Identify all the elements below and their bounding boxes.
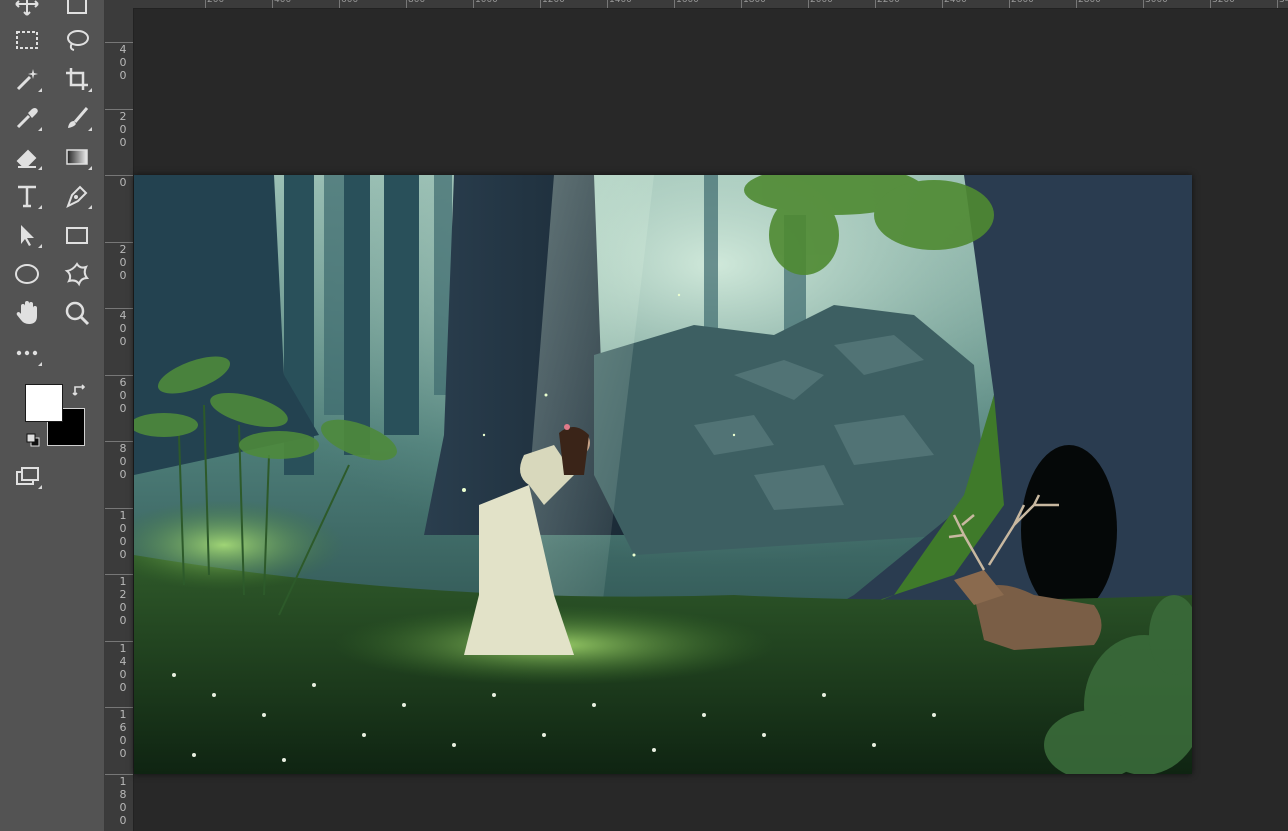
- zoom-icon: [65, 301, 90, 326]
- ruler-tick: [1009, 0, 1010, 8]
- ruler-label: 6 0 0: [119, 375, 127, 415]
- crop-tool[interactable]: [60, 63, 94, 95]
- pen-icon: [66, 185, 88, 209]
- ruler-tick: [540, 0, 541, 8]
- ruler-tick: [674, 0, 675, 8]
- foreground-color-swatch[interactable]: [25, 384, 63, 422]
- marquee-icon: [16, 31, 38, 49]
- brush-tool[interactable]: [60, 102, 94, 134]
- ruler-label: 1600: [676, 0, 699, 5]
- path-selection-tool[interactable]: [10, 219, 44, 251]
- magic-wand-icon: [16, 69, 38, 91]
- artboard-icon: [67, 0, 87, 14]
- ruler-label: 2600: [1011, 0, 1034, 5]
- hand-icon: [16, 301, 37, 324]
- type-icon: [18, 185, 36, 208]
- ruler-label: 2000: [810, 0, 833, 5]
- ruler-label: 200: [207, 0, 225, 5]
- ruler-label: 1000: [475, 0, 498, 5]
- ruler-label: 800: [408, 0, 426, 5]
- ruler-label: 3200: [1212, 0, 1235, 5]
- magic-wand-tool[interactable]: [10, 63, 44, 95]
- default-colors-icon[interactable]: [25, 432, 41, 448]
- ruler-tick: [808, 0, 809, 8]
- ellipse-tool[interactable]: [10, 258, 44, 290]
- ruler-label: 2200: [877, 0, 900, 5]
- custom-shape-icon: [64, 262, 90, 287]
- ruler-tick: [272, 0, 273, 8]
- ruler-label: 2800: [1078, 0, 1101, 5]
- ruler-label: 8 0 0: [119, 442, 127, 481]
- ruler-label: 1400: [609, 0, 632, 5]
- ruler-label: 1 6 0 0: [119, 708, 127, 760]
- artboard-tool[interactable]: [60, 0, 94, 20]
- ruler-label: 4 0 0: [119, 43, 127, 82]
- move-tool[interactable]: [10, 0, 44, 20]
- ruler-label: 2400: [944, 0, 967, 5]
- ruler-tick: [205, 0, 206, 8]
- gradient-tool[interactable]: [60, 141, 94, 173]
- move-icon: [15, 0, 39, 16]
- ruler-label: 1 2 0 0: [119, 575, 127, 627]
- forest-scene-image: [134, 175, 1192, 774]
- ruler-label: 1200: [542, 0, 565, 5]
- ruler-tick: [339, 0, 340, 8]
- horizontal-ruler: 200 400 600 800 1000 1200 1400 1600 1800 2000 2200…: [105, 0, 1288, 9]
- ruler-tick: [1210, 0, 1211, 8]
- screen-mode[interactable]: [10, 460, 44, 492]
- custom-shape-tool[interactable]: [60, 258, 94, 290]
- ruler-label: 1 0 0 0: [119, 508, 127, 561]
- rectangle-icon: [66, 227, 88, 244]
- arrow-icon: [21, 225, 34, 246]
- ruler-tick: [406, 0, 407, 8]
- zoom-tool[interactable]: [60, 297, 94, 329]
- screen-mode-icon: [16, 467, 39, 485]
- ruler-label: 4 0 0: [119, 309, 127, 348]
- eyedropper-tool[interactable]: [10, 102, 44, 134]
- ruler-label: 2 0 0: [119, 242, 127, 282]
- ruler-label: 3400: [1279, 0, 1288, 5]
- ruler-tick: [741, 0, 742, 8]
- ruler-tick: [1076, 0, 1077, 8]
- eraser-icon: [16, 149, 37, 168]
- lasso-icon: [67, 30, 89, 51]
- ruler-tick: [875, 0, 876, 8]
- ruler-label: 400: [274, 0, 292, 5]
- vertical-ruler: 4 0 0 2 0 0 0 2 0 0 4 0 0 6 0 0 8 0 0 1 0 0 0 1 …: [105, 8, 134, 831]
- lasso-tool[interactable]: [60, 24, 94, 56]
- tools-panel: [0, 0, 105, 831]
- swap-colors-icon[interactable]: [72, 383, 88, 399]
- ruler-tick: [942, 0, 943, 8]
- more-icon: [16, 350, 38, 356]
- ruler-tick: [1143, 0, 1144, 8]
- ruler-origin[interactable]: [105, 0, 133, 8]
- edit-toolbar[interactable]: [10, 337, 44, 369]
- rectangular-marquee-tool[interactable]: [10, 24, 44, 56]
- ruler-tick: [473, 0, 474, 8]
- pen-tool[interactable]: [60, 180, 94, 212]
- ruler-label: 0: [119, 176, 127, 189]
- ellipse-icon: [15, 264, 39, 284]
- ruler-label: 1 8 0 0: [119, 774, 127, 827]
- ruler-tick: [607, 0, 608, 8]
- rectangle-tool[interactable]: [60, 219, 94, 251]
- eraser-tool[interactable]: [10, 141, 44, 173]
- ruler-label: 600: [341, 0, 359, 5]
- document-canvas[interactable]: [134, 175, 1192, 774]
- gradient-icon: [66, 149, 88, 165]
- ruler-label: 1800: [743, 0, 766, 5]
- eyedropper-icon: [16, 108, 38, 129]
- ruler-label: 1 4 0 0: [119, 641, 127, 694]
- type-tool[interactable]: [10, 180, 44, 212]
- crop-icon: [66, 68, 88, 90]
- ruler-tick: [1277, 0, 1278, 8]
- ruler-label: 3000: [1145, 0, 1168, 5]
- brush-icon: [68, 107, 89, 128]
- ruler-label: 2 0 0: [119, 109, 127, 149]
- hand-tool[interactable]: [10, 297, 44, 329]
